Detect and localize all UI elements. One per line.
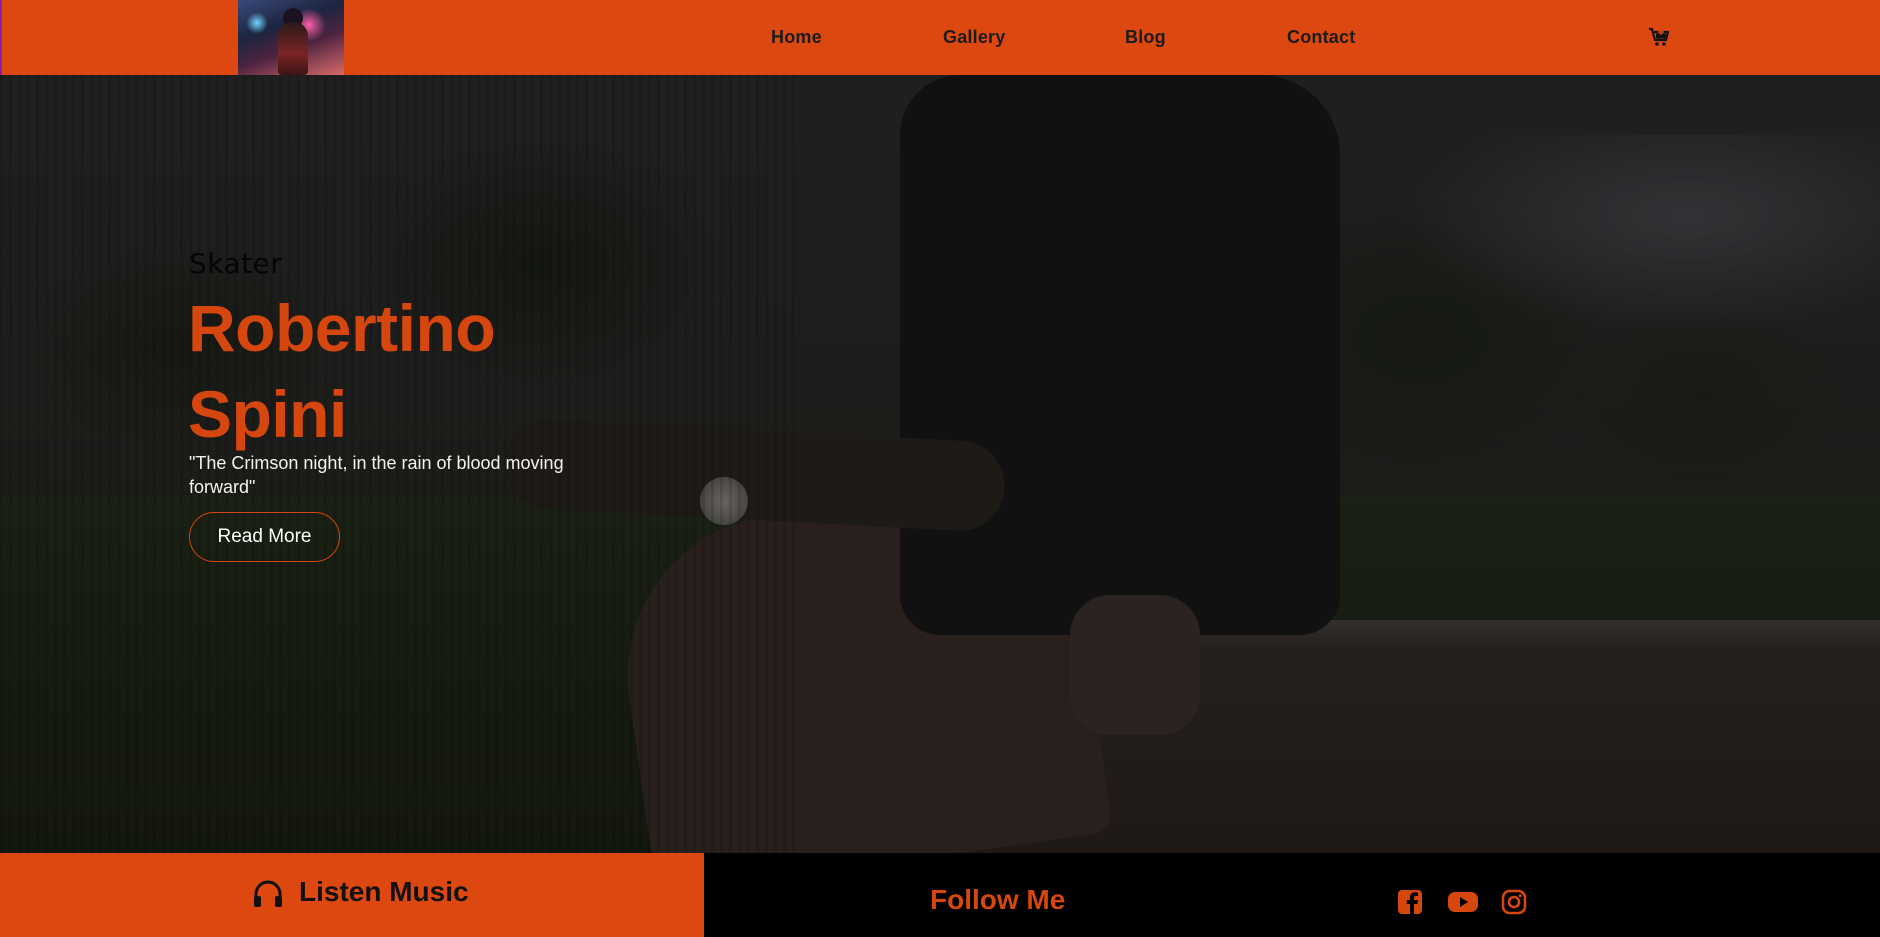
nav-blog[interactable]: Blog	[1125, 27, 1166, 48]
nav-contact[interactable]: Contact	[1287, 27, 1355, 48]
read-more-button[interactable]: Read More	[189, 512, 340, 562]
logo-figure-body	[278, 22, 308, 75]
youtube-icon[interactable]	[1447, 889, 1481, 919]
nav-gallery[interactable]: Gallery	[943, 27, 1005, 48]
logo-image[interactable]	[238, 0, 344, 75]
hero-quote: "The Crimson night, in the rain of blood…	[189, 453, 564, 497]
listen-music-label: Listen Music	[299, 876, 469, 907]
follow-me-label: Follow Me	[930, 884, 1066, 915]
listen-music-bar[interactable]: Listen Music	[0, 853, 704, 937]
hero-subtitle: Skater	[189, 247, 283, 280]
follow-bar: Follow Me	[704, 853, 1880, 937]
logo-glow-blue	[246, 12, 268, 34]
hero-title: Robertino Spini	[188, 291, 496, 451]
instagram-icon[interactable]	[1501, 889, 1531, 919]
headphones-icon	[252, 879, 284, 909]
nav-home[interactable]: Home	[771, 27, 822, 48]
shopping-cart-icon[interactable]	[1647, 25, 1671, 49]
hero-section: Skater Robertino Spini "The Crimson nigh…	[0, 75, 1880, 853]
facebook-icon[interactable]	[1397, 889, 1427, 919]
site-header: Home Gallery Blog Contact	[0, 0, 1880, 75]
